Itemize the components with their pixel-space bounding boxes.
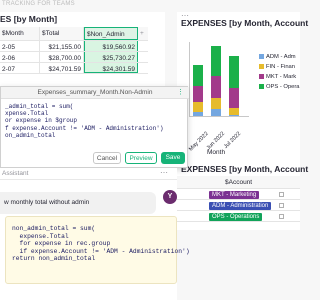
- legend-swatch: [259, 64, 264, 69]
- x-axis: [189, 116, 249, 117]
- bar-segment: [229, 55, 239, 89]
- non-admin-cell[interactable]: $24,301.59: [84, 63, 138, 73]
- user-message: w monthly total without admin: [0, 192, 156, 214]
- table-row[interactable]: 2-07 $24,701.59 $24,301.59: [0, 63, 148, 74]
- expenses-table: $Month $Total $Non_Admin + 2-05 $21,155.…: [0, 27, 148, 74]
- bar-segment: [193, 64, 203, 87]
- bar-segment: [211, 75, 221, 98]
- save-button[interactable]: Save: [161, 152, 185, 164]
- table-header: $Month $Total $Non_Admin +: [0, 27, 148, 41]
- x-tick-label: Jul 2022: [223, 130, 243, 151]
- app-title: TRACKING FOR TEAMS: [2, 1, 75, 7]
- legend-label: MKT - Mark: [266, 74, 297, 81]
- legend-item[interactable]: ADM - Adm: [259, 54, 296, 60]
- col-total-header[interactable]: $Total: [40, 27, 84, 40]
- account-chip[interactable]: OPS - Operations: [209, 213, 263, 221]
- top-bar: TRACKING FOR TEAMS: [0, 0, 300, 12]
- month-cell[interactable]: 2-06: [0, 52, 40, 62]
- legend-item[interactable]: OPS - Opera: [259, 84, 300, 90]
- chart-area: May 2022 Jun 2022 Jul 2022 Month ADM - Adm…: [177, 12, 300, 160]
- dialog-menu-icon[interactable]: ⋮: [177, 88, 184, 96]
- account-chip[interactable]: MKT - Marketing: [209, 191, 260, 199]
- bar-segment: [193, 86, 203, 103]
- legend-label: ADM - Adm: [266, 54, 296, 61]
- legend-swatch: [259, 84, 264, 89]
- x-axis-label: Month: [207, 149, 226, 156]
- month-cell[interactable]: 2-05: [0, 41, 40, 51]
- legend-label: FIN - Finan: [266, 64, 295, 71]
- account-row[interactable]: MKT - Marketing: [177, 189, 300, 200]
- bar-segment: [229, 107, 239, 116]
- row-checkbox[interactable]: [279, 214, 284, 219]
- account-row[interactable]: OPS - Operations: [177, 211, 300, 222]
- non-admin-cell[interactable]: $25,730.27: [84, 52, 138, 62]
- formula-editor-dialog: Expenses_summary_Month.Non-Admin ⋮ _admi…: [0, 86, 189, 168]
- preview-button[interactable]: Preview: [125, 152, 157, 164]
- dialog-title: Expenses_summary_Month.Non-Admin: [1, 87, 189, 99]
- row-checkbox[interactable]: [279, 203, 284, 208]
- table-row[interactable]: 2-06 $28,700.00 $25,730.27: [0, 52, 148, 63]
- col-non-admin-header[interactable]: $Non_Admin: [84, 27, 138, 40]
- non-admin-cell[interactable]: $19,560.92: [84, 41, 138, 51]
- suggested-code-box[interactable]: non_admin_total = sum( expense.Total for…: [5, 216, 190, 284]
- code-line: if expense.Account != 'ADM - Administrat…: [12, 247, 190, 255]
- table-row[interactable]: 2-05 $21,155.00 $19,560.92: [0, 41, 148, 52]
- total-cell[interactable]: $24,701.59: [40, 63, 84, 73]
- accounts-header: $Account: [177, 176, 300, 189]
- code-line: expense.Total: [12, 232, 69, 240]
- cancel-button[interactable]: Cancel: [93, 152, 121, 164]
- left-panel-title: ES [by Month]: [0, 14, 58, 24]
- code-line: or expense in $group: [5, 117, 78, 125]
- bar-segment: [229, 115, 239, 116]
- bar-segment: [211, 46, 221, 76]
- code-line: f expense.Account != 'ADM - Administrati…: [5, 124, 164, 132]
- account-chip[interactable]: ADM - Administration: [209, 202, 272, 210]
- y-axis: [189, 42, 190, 116]
- avatar[interactable]: Y: [163, 190, 177, 204]
- accounts-panel-title: EXPENSES [by Month, Account: [181, 164, 309, 174]
- col-month-header[interactable]: $Month: [0, 27, 40, 40]
- formula-editor[interactable]: _admin_total = sum(xpense.Total or expens…: [5, 103, 163, 139]
- bar-segment: [193, 112, 203, 116]
- assistant-title: Assistant: [2, 170, 29, 177]
- total-cell[interactable]: $21,155.00: [40, 41, 84, 51]
- suggested-code: non_admin_total = sum( expense.Total for…: [12, 225, 190, 263]
- code-line: xpense.Total: [5, 110, 49, 118]
- accounts-table: $Account MKT - Marketing ADM - Administr…: [177, 176, 300, 222]
- add-column-button[interactable]: +: [138, 27, 148, 40]
- legend-swatch: [259, 54, 264, 59]
- legend-swatch: [259, 74, 264, 79]
- account-row[interactable]: ADM - Administration: [177, 200, 300, 211]
- assistant-panel: Assistant ⋯ w monthly total without admi…: [0, 168, 190, 300]
- total-cell[interactable]: $28,700.00: [40, 52, 84, 62]
- assistant-header: Assistant ⋯: [0, 168, 177, 180]
- bar-segment: [229, 88, 239, 108]
- bar-segment: [193, 102, 203, 113]
- bar-segment: [211, 97, 221, 109]
- code-line: non_admin_total = sum(: [12, 225, 96, 232]
- code-line: for expense in rec.group: [12, 240, 111, 248]
- bar-segment: [211, 108, 221, 116]
- legend-label: OPS - Opera: [266, 84, 300, 91]
- legend-item[interactable]: FIN - Finan: [259, 64, 295, 70]
- legend: ADM - Adm FIN - Finan MKT - Mark OPS - Oper…: [259, 54, 300, 104]
- code-line: return non_admin_total: [12, 255, 96, 263]
- col-account-header[interactable]: $Account: [225, 179, 252, 186]
- code-line: on_admin_total: [5, 131, 56, 139]
- code-line: _admin_total = sum(: [5, 103, 74, 110]
- month-cell[interactable]: 2-07: [0, 63, 40, 73]
- row-checkbox[interactable]: [279, 192, 284, 197]
- chart-panel: EXPENSES [by Month, Account ⋯ May 2022 Ju…: [177, 11, 308, 160]
- legend-item[interactable]: MKT - Mark: [259, 74, 296, 80]
- more-dots-icon[interactable]: ⋯: [160, 168, 168, 177]
